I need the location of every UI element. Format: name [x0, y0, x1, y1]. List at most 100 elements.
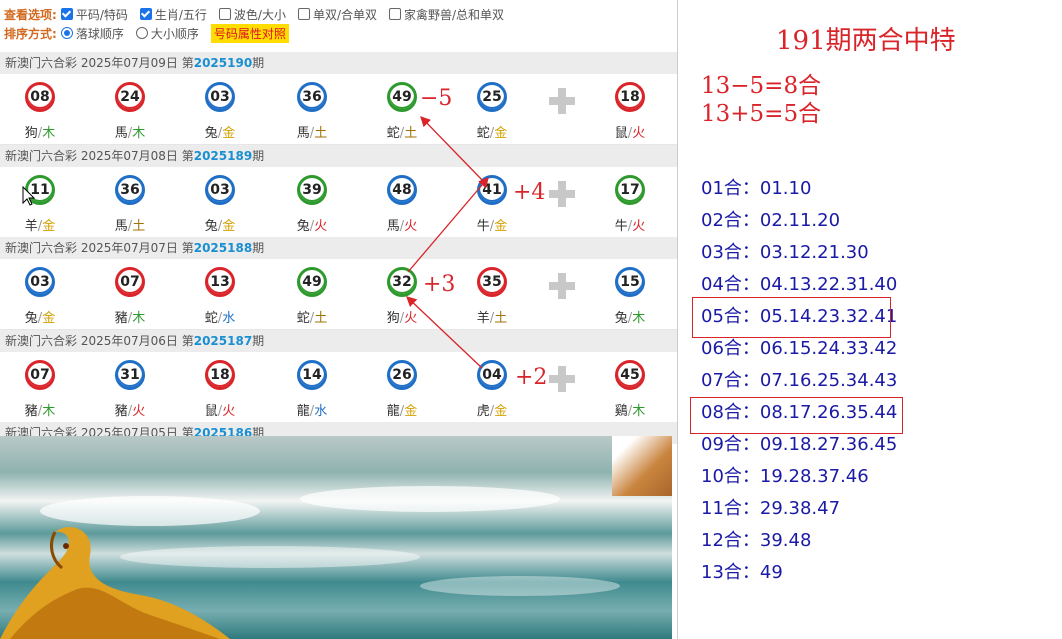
zodiac-element: 蛇/土: [386, 126, 418, 141]
zodiac-element: 蛇/土: [296, 311, 328, 326]
he-row: 03合：03.12.21.30: [701, 239, 869, 267]
regular-ball-cell: 18 鼠/火: [190, 352, 250, 422]
zodiac-element: 蛇/金: [476, 126, 508, 141]
element-label: 金: [42, 311, 56, 326]
ball-number: 36: [297, 82, 327, 112]
draw-record: 新澳门六合彩 2025年07月07日 第2025188期 03 兔/金 07 豬/木 13…: [0, 237, 677, 330]
draw-issue-number: 2025187: [193, 333, 253, 348]
zodiac-label: 牛: [614, 218, 628, 234]
draw-header: 新澳门六合彩 2025年07月08日 第2025189期: [0, 144, 677, 167]
sort-label: 排序方式:: [4, 26, 57, 41]
option-pingma-tema[interactable]: 平码/特码: [60, 6, 128, 23]
zodiac-label: 豬: [114, 311, 128, 326]
sort-size-order[interactable]: 大小顺序: [135, 25, 199, 42]
special-ball-cell: 45 鷄/木: [600, 352, 660, 422]
he-label: 07合: [701, 370, 742, 391]
checkbox-icon[interactable]: [389, 8, 401, 20]
element-label: 木: [632, 403, 646, 419]
he-row: 13合：49: [701, 559, 783, 587]
radio-icon[interactable]: [60, 27, 73, 39]
he-label: 13合: [701, 562, 742, 583]
checkbox-icon[interactable]: [60, 8, 73, 20]
option-odd-even[interactable]: 单双/合单双: [297, 6, 377, 23]
checkbox-icon[interactable]: [139, 8, 152, 20]
draw-date: 新澳门六合彩 2025年07月08日 第: [5, 148, 194, 163]
highlight-box-08: [690, 397, 903, 434]
annotation-minus5: −5: [420, 86, 453, 111]
zodiac-label: 狗: [386, 311, 400, 326]
zodiac-element: 兔/金: [204, 218, 236, 234]
zodiac-element: 豬/木: [24, 403, 56, 419]
zodiac-label: 龍: [386, 403, 400, 419]
regular-ball-cell: 07 豬/木: [10, 352, 70, 422]
sort-drop-order[interactable]: 落球顺序: [60, 25, 124, 42]
he-label: 04合: [701, 274, 742, 295]
element-label: 水: [222, 311, 236, 326]
ball-number: 15: [615, 267, 645, 297]
zodiac-element: 鼠/火: [204, 403, 236, 419]
he-label: 03合: [701, 242, 742, 263]
zodiac-label: 兔: [296, 218, 310, 234]
element-label: 火: [404, 311, 418, 326]
radio-icon[interactable]: [135, 27, 148, 39]
he-row: 06合：06.15.24.33.42: [701, 335, 897, 363]
zodiac-label: 羊: [476, 311, 490, 326]
element-label: 木: [132, 311, 146, 326]
element-label: 火: [632, 218, 646, 234]
draw-issue-number: 2025189: [193, 148, 253, 163]
regular-ball-cell: 08 狗/木: [10, 74, 70, 144]
he-colon: ：: [741, 178, 760, 199]
regular-ball-cell: 07 豬/木: [100, 259, 160, 329]
checkbox-icon[interactable]: [218, 8, 231, 20]
plus-icon: [549, 273, 575, 299]
plus-icon: [549, 365, 575, 392]
regular-ball-cell: 11 羊/金: [10, 167, 70, 237]
regular-ball-cell: 39 兔/火: [282, 167, 342, 237]
zodiac-label: 牛: [476, 218, 490, 234]
ball-number: 49: [297, 267, 327, 297]
ball-number: 03: [25, 267, 55, 297]
element-label: 土: [494, 311, 508, 326]
regular-ball-cell: 36 馬/土: [282, 74, 342, 144]
element-label: 金: [494, 126, 508, 141]
zodiac-label: 豬: [114, 403, 128, 419]
draw-issue-number: 2025188: [193, 241, 253, 255]
he-colon: ：: [741, 210, 760, 231]
ball-number: 03: [205, 82, 235, 112]
he-numbers: 01.10: [759, 178, 812, 199]
regular-ball-cell: 26 龍/金: [372, 352, 432, 422]
he-row: 11合：29.38.47: [701, 495, 840, 523]
attr-reference-button[interactable]: 号码属性对照: [210, 23, 289, 43]
he-numbers: 49: [759, 562, 783, 583]
option-wave-size[interactable]: 波色/大小: [218, 6, 286, 23]
analysis-panel: 191期两合中特 13−5=8合 13+5=5合 01合：01.10 02合：02…: [678, 0, 1062, 639]
element-label: 木: [42, 403, 56, 419]
he-row: 12合：39.48: [701, 527, 811, 555]
ball-number: 13: [205, 267, 235, 297]
he-numbers: 19.28.37.46: [759, 466, 869, 487]
zodiac-element: 狗/木: [24, 126, 56, 141]
he-colon: ：: [741, 274, 760, 295]
zodiac-label: 馬: [114, 126, 128, 141]
ball-number: 17: [615, 174, 645, 205]
element-label: 土: [404, 126, 418, 141]
checkbox-icon[interactable]: [297, 8, 310, 20]
he-row: 09合：09.18.27.36.45: [701, 431, 897, 459]
ball-number: 08: [25, 82, 55, 112]
zodiac-element: 虎/金: [476, 403, 508, 419]
draw-issue-suffix: 期: [252, 333, 265, 348]
zodiac-label: 虎: [476, 403, 490, 419]
option-poultry-beast[interactable]: 家禽野兽/总和单双: [389, 6, 504, 23]
draw-date: 新澳门六合彩 2025年07月06日 第: [5, 333, 194, 348]
ball-number: 07: [25, 359, 55, 390]
element-label: 木: [42, 126, 56, 141]
zodiac-element: 馬/土: [296, 126, 328, 141]
balls-row: 03 兔/金 07 豬/木 13 蛇/水 49 蛇/土 32 狗/火 35 羊/土 15 兔/木: [0, 259, 677, 330]
zodiac-element: 羊/金: [24, 218, 56, 234]
option-zodiac-element[interactable]: 生肖/五行: [139, 6, 207, 23]
zodiac-element: 豬/火: [114, 403, 146, 419]
ball-number: 41: [477, 174, 507, 205]
zodiac-element: 鼠/火: [614, 126, 646, 141]
zodiac-element: 龍/水: [296, 403, 328, 419]
balls-row: 08 狗/木 24 馬/木 03 兔/金 36 馬/土 49 蛇/土 25 蛇/金 18 鼠/火: [0, 74, 677, 145]
